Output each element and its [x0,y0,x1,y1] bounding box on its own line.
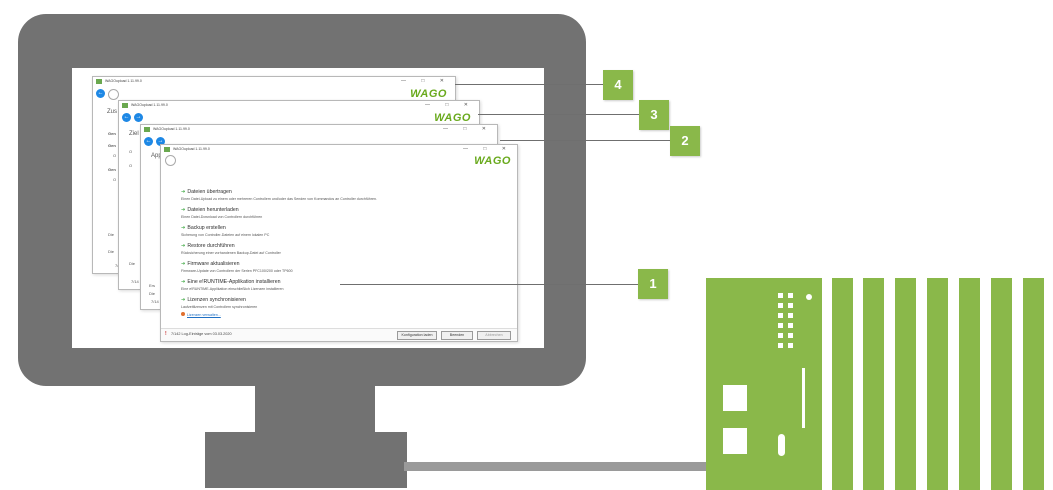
back-arrow-icon[interactable]: ← [122,113,131,122]
ethernet-port-1 [723,385,747,411]
io-module [832,278,853,490]
wago-logo: WAGO [410,88,447,100]
mode-switch-slot [802,368,805,428]
manage-licenses-link[interactable]: Lizenzen verwalten... [181,312,221,317]
status-text: 7/14 [151,299,159,304]
side-text: O [113,153,117,158]
io-module [863,278,884,490]
green-arrow-icon: ➜ [181,279,186,285]
task-description: Einen Datei-Download von Controllern dur… [181,215,263,219]
window-titlebar: WAGOupload 1.11.99.0 — □ ✕ [93,77,455,86]
window-controls[interactable]: — □ ✕ [401,77,451,86]
leader-line-3 [478,114,640,115]
monitor-screen: WAGOupload 1.11.99.0 — □ ✕ ← WAGO Zus Ge… [72,68,544,348]
wago-logo: WAGO [474,155,511,167]
side-text: O [129,149,133,154]
back-arrow-icon[interactable]: ← [144,137,153,146]
side-text: Ziel [129,131,139,137]
status-text: 7/14 [131,279,139,284]
sd-card-slot [778,434,785,456]
task-description: Rücksicherung einer vorhandenen Backup-D… [181,251,281,255]
green-arrow-icon: ➜ [181,297,186,303]
forward-circle-icon[interactable] [108,89,119,100]
app-icon [122,103,128,108]
exit-button[interactable]: Beenden [441,331,473,340]
leader-line-1 [340,284,638,285]
window-title: WAGOupload 1.11.99.0 [173,147,210,151]
io-module [1023,278,1044,490]
side-text: Die [129,261,136,266]
back-arrow-icon[interactable]: ← [96,89,105,98]
leader-line-4 [455,84,603,85]
load-configuration-button[interactable]: Konfiguration laden [397,331,437,340]
green-arrow-icon: ➜ [181,207,186,213]
connection-cable [404,462,710,471]
task-description: Firmware-Update von Controllern der Seri… [181,269,293,273]
side-text: Die [108,249,115,254]
io-module [895,278,916,490]
side-text: Gen [108,167,116,172]
window-titlebar: WAGOupload 1.11.99.0 — □ ✕ [161,145,517,154]
upload-window-1-main: WAGOupload 1.11.99.0 — □ ✕ WAGO ➜ Dateien… [160,144,518,342]
leader-line-2 [500,140,670,141]
task-item-restore[interactable]: ➜ Restore durchführen [181,243,235,249]
green-arrow-icon: ➜ [181,261,186,267]
task-item-firmware[interactable]: ➜ Firmware aktualisieren [181,261,240,267]
task-item-download[interactable]: ➜ Dateien herunterladen [181,207,239,213]
green-arrow-icon: ➜ [181,243,186,249]
window-titlebar: WAGOupload 1.11.99.0 — □ ✕ [119,101,479,110]
window-controls[interactable]: — □ ✕ [425,101,475,110]
task-description: Einen Datei-Upload zu einem oder mehrere… [181,197,377,201]
side-text: Gen [108,131,116,136]
log-status-text: 7/142 Log-Einträge vom 03.03.2020 [171,332,232,336]
forward-arrow-icon[interactable]: → [134,113,143,122]
window-title: WAGOupload 1.11.99.0 [153,127,190,131]
side-text: O [129,163,133,168]
task-item-backup[interactable]: ➜ Backup erstellen [181,225,226,231]
callout-1: 1 [638,269,668,299]
side-text: O [113,177,117,182]
task-item-licenses[interactable]: ➜ Lizenzen synchronisieren [181,297,246,303]
window-footer: ! 7/142 Log-Einträge vom 03.03.2020 Konf… [161,328,517,341]
task-description: Laufzeitlizenzen mit Controllern synchro… [181,305,258,309]
back-circle-icon[interactable] [165,155,176,166]
window-title: WAGOupload 1.11.99.0 [105,79,142,83]
wago-logo: WAGO [434,112,471,124]
io-module [927,278,948,490]
app-icon [96,79,102,84]
side-text: Zus [107,109,118,115]
task-description: Sicherung von Controller-Dateien auf ein… [181,233,270,237]
license-person-icon [181,312,185,316]
io-module [959,278,980,490]
ethernet-port-2 [723,428,747,454]
app-icon [164,147,170,152]
window-controls[interactable]: — □ ✕ [463,145,513,154]
side-text: Die [108,232,115,237]
monitor-stand-base [205,432,407,488]
callout-3: 3 [639,100,669,130]
window-titlebar: WAGOupload 1.11.99.0 — □ ✕ [141,125,497,134]
callout-2: 2 [670,126,700,156]
cancel-button[interactable]: Abbrechen [477,331,511,340]
side-text: Die [149,291,156,296]
task-item-upload[interactable]: ➜ Dateien übertragen [181,189,232,195]
warning-status-icon: ! [165,331,167,337]
monitor-stand-neck [255,386,375,436]
green-arrow-icon: ➜ [181,225,186,231]
window-controls[interactable]: — □ ✕ [443,125,493,134]
task-description: Eine e!RUNTIME-Applikation einschließlic… [181,287,284,291]
io-module [991,278,1012,490]
window-title: WAGOupload 1.11.99.0 [131,103,168,107]
side-text: Gen [108,143,116,148]
task-item-eruntime[interactable]: ➜ Eine e!RUNTIME-Applikation installieren [181,279,280,285]
app-icon [144,127,150,132]
green-arrow-icon: ➜ [181,189,186,195]
callout-4: 4 [603,70,633,100]
side-text: Ers [149,283,155,288]
